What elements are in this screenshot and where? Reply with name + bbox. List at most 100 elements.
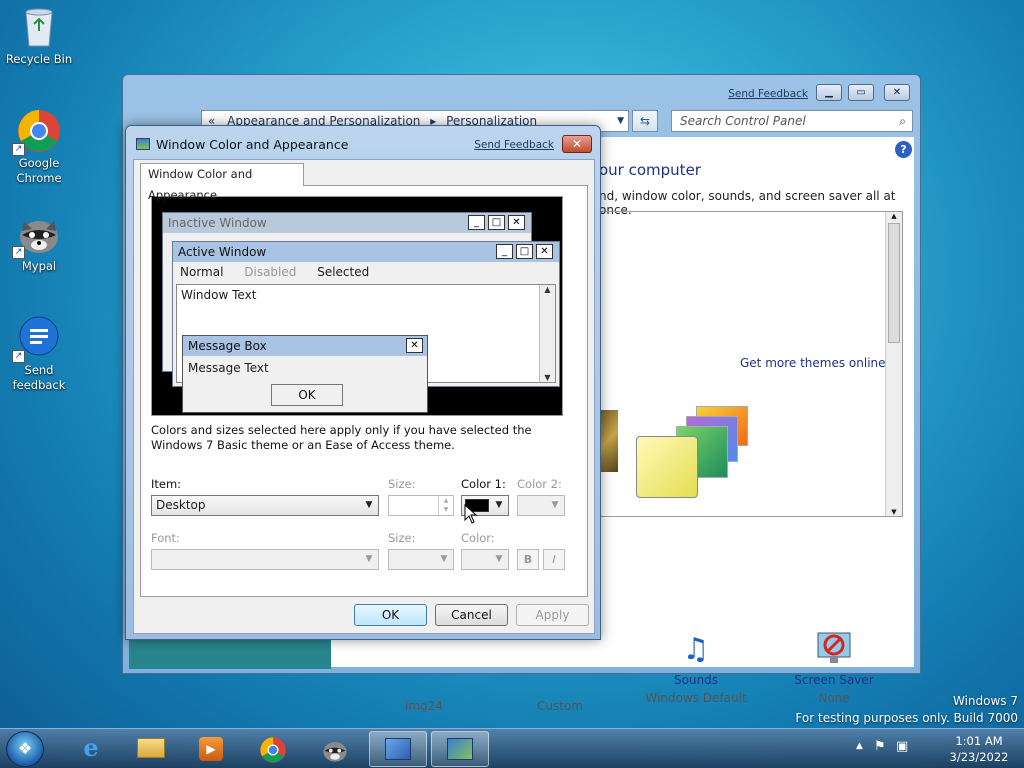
message-box-ok-button: OK (271, 384, 343, 406)
sounds-icon: ♫ (682, 632, 710, 667)
menu-selected: Selected (317, 265, 370, 279)
screen-saver-title: Screen Saver (794, 673, 874, 687)
desktop-icon-recycle-bin[interactable]: Recycle Bin (1, 4, 77, 67)
font-size-select: ▼ (388, 549, 454, 570)
desktop-icon-label: Send feedback (12, 363, 66, 392)
desktop-icon-google-chrome[interactable]: ↗ Google Chrome (1, 108, 77, 186)
theme-list[interactable]: Get more themes online ▲ ▼ (595, 211, 903, 517)
size-label: Size: (388, 477, 416, 491)
chrome-icon: ↗ (12, 108, 62, 156)
font-color-picker: ▼ (461, 549, 509, 570)
chevron-down-icon: ▼ (495, 554, 503, 564)
taskbar-internet-explorer[interactable]: e (62, 731, 120, 767)
network-icon[interactable]: ▣ (896, 739, 908, 754)
shortcut-arrow-icon: ↗ (12, 246, 25, 259)
italic-button: I (543, 549, 565, 570)
clock-time: 1:01 AM (955, 734, 1003, 748)
sounds-value: Windows Default (645, 691, 747, 705)
cp-close-button[interactable]: ✕ (884, 84, 910, 101)
desktop-icon-mypal[interactable]: ↗ Mypal (1, 211, 77, 274)
mouse-cursor-icon (464, 504, 478, 524)
taskbar-media-player[interactable]: ▶ (182, 731, 240, 767)
taskbar-control-panel[interactable] (369, 731, 427, 767)
inactive-minimize-icon: _ (468, 215, 485, 230)
message-box-titlebar: Message Box (183, 336, 427, 356)
raccoon-icon: ↗ (12, 211, 62, 259)
control-panel-icon (385, 738, 411, 760)
appearance-preview[interactable]: Inactive Window _ □ ✕ Active Window _ □ … (151, 196, 563, 416)
spinner-arrows-icon: ▲ ▼ (438, 496, 453, 515)
cp-search-input[interactable]: Search Control Panel ⌕ (671, 110, 913, 132)
help-icon[interactable]: ? (895, 141, 912, 158)
preview-message-box[interactable]: Message Box ✕ Message Text OK (182, 335, 428, 413)
inactive-maximize-icon: □ (488, 215, 505, 230)
dialog-title: Window Color and Appearance (156, 137, 349, 152)
chevron-down-icon: ▼ (551, 500, 559, 510)
theme-list-scrollbar[interactable]: ▲ ▼ (885, 212, 902, 516)
active-maximize-icon: □ (516, 244, 533, 259)
menu-normal: Normal (180, 265, 224, 279)
active-minimize-icon: _ (496, 244, 513, 259)
chevron-down-icon: ▼ (365, 554, 373, 564)
cp-maximize-button[interactable]: ▭ (848, 84, 874, 101)
message-text: Message Text (188, 361, 269, 375)
dialog-app-icon (136, 138, 150, 150)
theme-name-img24: img24 (405, 699, 443, 713)
cp-page-heading: our computer (599, 161, 701, 179)
taskbar-color-appearance[interactable] (431, 731, 489, 767)
show-hidden-icons-icon[interactable]: ▲ (856, 741, 863, 751)
taskbar-mypal[interactable] (306, 731, 364, 767)
size-spinner: ▲ ▼ (388, 495, 454, 516)
cp-minimize-button[interactable]: ▁ (816, 84, 842, 101)
font-select: ▼ (151, 549, 379, 570)
dialog-send-feedback-link[interactable]: Send Feedback (474, 139, 554, 151)
taskbar-chrome[interactable] (244, 731, 302, 767)
system-tray: ▲ ⚑ ▣ 1:01 AM 3/23/2022 (854, 729, 1014, 768)
chevron-down-icon: ▼ (365, 500, 373, 510)
scheme-info-text: Colors and sizes selected here apply onl… (151, 423, 532, 452)
start-button[interactable]: ❖ (6, 731, 44, 767)
window-text: Window Text (181, 288, 257, 302)
tab-window-color-appearance[interactable]: Window Color and Appearance (140, 163, 304, 202)
desktop-icon-label: Recycle Bin (5, 52, 73, 66)
menu-disabled: Disabled (244, 265, 297, 279)
chrome-icon (259, 736, 287, 768)
dialog-close-button[interactable]: ✕ (562, 135, 592, 153)
preview-menu-bar: Normal Disabled Selected (173, 262, 559, 282)
watermark-line-2: For testing purposes only. Build 7000 (795, 711, 1018, 725)
color2-picker: ▼ (517, 495, 565, 516)
screen-saver-icon (814, 627, 854, 673)
tray-clock[interactable]: 1:01 AM 3/23/2022 (944, 733, 1014, 765)
font-label: Font: (151, 531, 180, 545)
dialog-ok-button[interactable]: OK (354, 604, 427, 626)
dialog-cancel-button[interactable]: Cancel (435, 604, 508, 626)
internet-explorer-icon: e (83, 733, 99, 762)
tab-panel: Inactive Window _ □ ✕ Active Window _ □ … (140, 185, 588, 597)
font-size-label: Size: (388, 531, 416, 545)
chevron-down-icon: ▼ (495, 500, 503, 510)
sounds-title: Sounds (673, 673, 719, 687)
watermark-line-1: Windows 7 (952, 694, 1018, 708)
color-appearance-icon (447, 738, 473, 760)
chevron-down-icon: ▼ (440, 554, 448, 564)
shortcut-arrow-icon: ↗ (12, 143, 25, 156)
message-box-close-icon: ✕ (406, 338, 423, 353)
item-select[interactable]: Desktop ▼ (151, 495, 379, 516)
address-dropdown-icon[interactable]: ▼ (617, 111, 624, 131)
cp-send-feedback-link[interactable]: Send Feedback (728, 88, 808, 100)
theme-name-custom: Custom (537, 699, 583, 713)
search-icon[interactable]: ⌕ (899, 111, 906, 131)
theme-thumbnail-basic[interactable] (636, 436, 698, 498)
dialog-body: Window Color and Appearance Inactive Win… (133, 159, 595, 634)
windows-orb-icon: ❖ (17, 739, 33, 758)
cp-refresh-button[interactable]: ⇆ (632, 110, 658, 132)
desktop-icon-send-feedback[interactable]: ↗ Send feedback (1, 315, 77, 393)
taskbar-windows-explorer[interactable] (122, 731, 180, 767)
feedback-bubble-icon: ↗ (12, 315, 62, 363)
recycle-bin-icon (16, 4, 62, 50)
window-color-appearance-dialog[interactable]: Window Color and Appearance Send Feedbac… (125, 125, 601, 640)
action-center-flag-icon[interactable]: ⚑ (874, 739, 886, 754)
get-more-themes-link[interactable]: Get more themes online (740, 356, 886, 370)
media-player-icon: ▶ (199, 737, 223, 761)
sounds-setting[interactable]: ♫ Sounds Windows Default (631, 627, 761, 705)
